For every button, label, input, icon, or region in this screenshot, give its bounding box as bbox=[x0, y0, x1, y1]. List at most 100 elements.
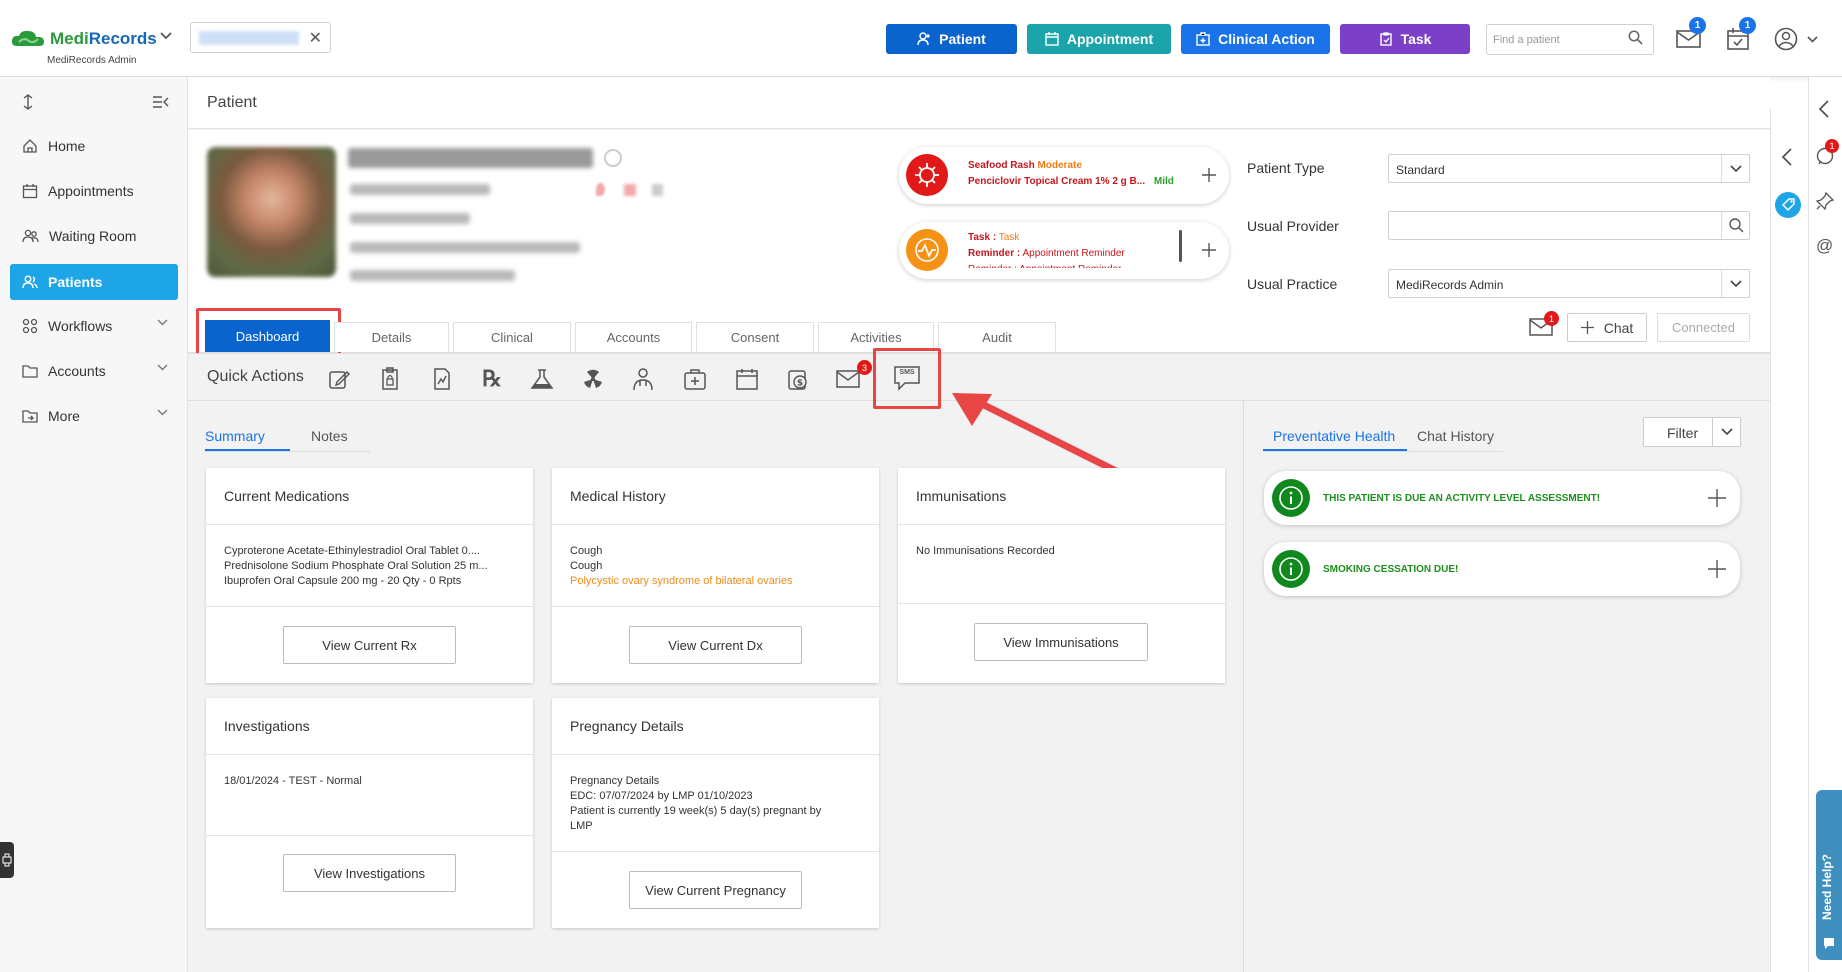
tab-chat-history[interactable]: Chat History bbox=[1417, 428, 1494, 444]
add-icon[interactable] bbox=[1708, 560, 1726, 578]
prescription-icon[interactable]: ℞ bbox=[478, 365, 506, 393]
filter-button[interactable]: Filter bbox=[1643, 417, 1741, 447]
resize-vertical-icon[interactable] bbox=[22, 94, 34, 110]
calendar-icon bbox=[22, 184, 38, 199]
cloud-logo-icon[interactable] bbox=[10, 28, 46, 48]
mention-icon[interactable]: @ bbox=[1816, 236, 1833, 256]
new-appointment-button[interactable]: Appointment bbox=[1027, 24, 1171, 54]
sidebar-item-appointments[interactable]: Appointments bbox=[10, 173, 178, 209]
home-icon bbox=[23, 139, 37, 153]
collapse-sidebar-icon[interactable] bbox=[152, 95, 169, 109]
add-task-icon[interactable] bbox=[1201, 242, 1217, 258]
subtab-notes[interactable]: Notes bbox=[311, 428, 348, 444]
alert-scrollbar[interactable] bbox=[1179, 230, 1182, 262]
tab-consent[interactable]: Consent bbox=[696, 322, 814, 352]
chart-document-icon[interactable] bbox=[428, 365, 456, 393]
immunisations-card: Immunisations No Immunisations Recorded … bbox=[898, 468, 1225, 683]
preventative-item[interactable]: THIS PATIENT IS DUE AN ACTIVITY LEVEL AS… bbox=[1264, 471, 1740, 525]
usual-provider-input[interactable] bbox=[1388, 211, 1750, 240]
plus-icon bbox=[1580, 321, 1594, 334]
view-current-pregnancy-button[interactable]: View Current Pregnancy bbox=[629, 871, 802, 909]
chat-button[interactable]: Chat bbox=[1567, 313, 1647, 342]
calendar-icon[interactable] bbox=[733, 365, 761, 393]
chevron-down-icon bbox=[1721, 155, 1749, 182]
collapse-panel-chevron-icon[interactable] bbox=[1781, 148, 1793, 166]
user-menu-chevron-icon[interactable] bbox=[1807, 36, 1818, 43]
billing-icon[interactable]: $ bbox=[784, 365, 812, 393]
users-icon bbox=[22, 229, 39, 243]
card-icon[interactable] bbox=[652, 184, 663, 196]
allergy-alert[interactable]: Seafood Rash Moderate Penciclovir Topica… bbox=[899, 147, 1229, 204]
connected-button[interactable]: Connected bbox=[1657, 313, 1750, 342]
flask-icon[interactable] bbox=[528, 365, 556, 393]
tab-preventative-health[interactable]: Preventative Health bbox=[1273, 428, 1395, 444]
user-avatar-icon[interactable] bbox=[1774, 27, 1798, 51]
view-current-rx-button[interactable]: View Current Rx bbox=[283, 626, 456, 664]
close-icon[interactable]: ✕ bbox=[309, 28, 322, 48]
sms-button[interactable]: SMS bbox=[893, 363, 921, 393]
alert-flag-icon[interactable] bbox=[624, 184, 636, 196]
search-icon[interactable] bbox=[1628, 30, 1643, 45]
tab-clinical[interactable]: Clinical bbox=[453, 322, 571, 352]
new-task-button[interactable]: Task bbox=[1340, 24, 1470, 54]
add-icon[interactable] bbox=[1708, 489, 1726, 507]
sidebar-item-home[interactable]: Home bbox=[10, 128, 178, 164]
workflow-icon bbox=[22, 318, 38, 334]
sidebar-item-patients[interactable]: Patients bbox=[10, 264, 178, 300]
card-separator bbox=[206, 524, 533, 525]
sidebar-item-label: Home bbox=[48, 138, 86, 154]
tab-accounts[interactable]: Accounts bbox=[575, 322, 692, 352]
sms-label: SMS bbox=[899, 369, 915, 376]
app-switch-chevron-icon[interactable] bbox=[160, 32, 172, 40]
new-appointment-label: Appointment bbox=[1066, 31, 1154, 47]
chevron-down-icon bbox=[157, 364, 168, 371]
subtab-summary[interactable]: Summary bbox=[205, 428, 265, 444]
document-lock-icon[interactable] bbox=[376, 365, 404, 393]
info-icon[interactable] bbox=[604, 149, 622, 167]
tab-audit[interactable]: Audit bbox=[938, 322, 1056, 352]
sidebar-item-more[interactable]: More bbox=[10, 398, 178, 434]
clipboard-icon bbox=[1379, 32, 1392, 46]
view-current-dx-button[interactable]: View Current Dx bbox=[629, 626, 802, 664]
tag-icon[interactable] bbox=[1775, 192, 1801, 218]
tasks-alert[interactable]: Task : Task Reminder : Appointment Remin… bbox=[899, 222, 1229, 279]
pin-icon[interactable] bbox=[1816, 192, 1834, 210]
need-help-tab[interactable]: Need Help? bbox=[1816, 790, 1842, 960]
map-pin-icon[interactable] bbox=[596, 183, 605, 196]
immunisation-line: No Immunisations Recorded bbox=[916, 545, 1055, 557]
sidebar-item-workflows[interactable]: Workflows bbox=[10, 308, 178, 344]
card-separator bbox=[206, 754, 533, 755]
patient-tag-field[interactable]: ✕ bbox=[190, 22, 331, 53]
sidebar-item-waiting-room[interactable]: Waiting Room bbox=[10, 218, 178, 254]
radiation-icon[interactable] bbox=[579, 365, 607, 393]
chat-label: Chat bbox=[1603, 319, 1634, 336]
new-patient-button[interactable]: Patient bbox=[886, 24, 1017, 54]
view-investigations-button[interactable]: View Investigations bbox=[283, 854, 456, 892]
app-name-part1: Medi bbox=[50, 29, 89, 48]
task-label: Task : bbox=[968, 232, 997, 243]
clinical-action-button[interactable]: Clinical Action bbox=[1181, 24, 1330, 54]
email-badge: 3 bbox=[857, 360, 872, 375]
preventative-item[interactable]: SMOKING CESSATION DUE! bbox=[1264, 542, 1740, 596]
medical-bag-icon[interactable] bbox=[681, 365, 709, 393]
side-handle[interactable] bbox=[0, 842, 14, 878]
patient-photo[interactable] bbox=[207, 147, 336, 277]
app-name[interactable]: MediRecords bbox=[50, 29, 157, 49]
info-icon bbox=[1272, 550, 1310, 588]
sidebar-item-accounts[interactable]: Accounts bbox=[10, 353, 178, 389]
edit-note-icon[interactable] bbox=[325, 365, 353, 393]
expand-chevron-icon[interactable] bbox=[1818, 100, 1830, 118]
mail-badge: 1 bbox=[1689, 17, 1706, 34]
sidebar-item-label: Accounts bbox=[48, 363, 106, 379]
tab-dashboard[interactable]: Dashboard bbox=[205, 320, 330, 352]
sidebar bbox=[0, 77, 188, 972]
sidebar-item-label: More bbox=[48, 408, 80, 424]
doctor-icon[interactable] bbox=[629, 365, 657, 393]
card-title: Pregnancy Details bbox=[570, 718, 684, 734]
history-highlight-line[interactable]: Polycystic ovary syndrome of bilateral o… bbox=[570, 574, 880, 589]
patient-type-select[interactable]: Standard bbox=[1388, 154, 1750, 183]
tab-details[interactable]: Details bbox=[334, 322, 449, 352]
add-allergy-icon[interactable] bbox=[1201, 167, 1217, 183]
usual-practice-select[interactable]: MediRecords Admin bbox=[1388, 269, 1750, 298]
view-immunisations-button[interactable]: View Immunisations bbox=[974, 623, 1148, 661]
